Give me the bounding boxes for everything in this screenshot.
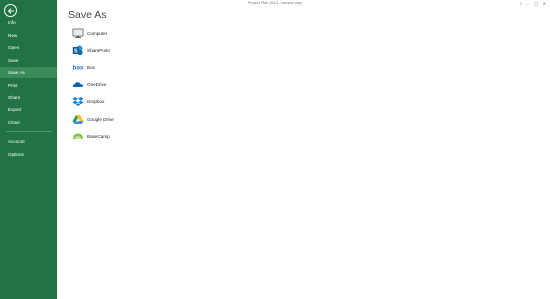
basecamp-icon [71, 131, 84, 142]
nav-save-as[interactable]: Save As [0, 67, 57, 78]
nav-info[interactable]: Info [0, 17, 57, 28]
help-button[interactable]: ? [519, 0, 521, 7]
place-dropbox[interactable]: Dropbox [71, 95, 104, 107]
svg-text:S: S [73, 48, 77, 54]
nav-share[interactable]: Share [0, 92, 57, 103]
sharepoint-icon: S [71, 45, 84, 56]
place-label: SharePoint [87, 47, 110, 53]
nav-divider [6, 131, 52, 132]
minimize-button[interactable]: – [527, 0, 529, 7]
place-label: Google Drive [87, 116, 114, 122]
place-label: Box [87, 64, 95, 70]
place-box[interactable]: box Box [71, 61, 95, 73]
nav-export[interactable]: Export [0, 104, 57, 115]
window-controls: ? – ▢ ✕ [519, 0, 546, 7]
nav-open[interactable]: Open [0, 42, 57, 53]
place-label: Computer [87, 30, 108, 36]
nav-account[interactable]: Account [0, 136, 57, 147]
window-title: Project Plan 2013 - sample.mpp [247, 1, 303, 5]
place-computer[interactable]: Computer [71, 27, 107, 39]
place-label: OneDrive [87, 81, 107, 87]
place-google-drive[interactable]: Google Drive [71, 113, 114, 125]
nav-print[interactable]: Print [0, 80, 57, 91]
nav-close[interactable]: Close [0, 117, 57, 128]
place-label: BaseCamp [87, 133, 110, 139]
nav-options[interactable]: Options [0, 149, 57, 160]
nav-save[interactable]: Save [0, 55, 57, 66]
computer-icon [71, 28, 84, 39]
maximize-button[interactable]: ▢ [534, 0, 538, 7]
svg-text:box: box [72, 65, 83, 71]
dropbox-icon [71, 96, 84, 107]
page-title: Save As [68, 9, 107, 21]
place-sharepoint[interactable]: S SharePoint [71, 44, 110, 56]
nav-new[interactable]: New [0, 30, 57, 41]
box-icon: box [71, 62, 84, 73]
close-button[interactable]: ✕ [543, 0, 546, 7]
google-drive-icon [71, 114, 84, 125]
onedrive-icon [71, 79, 84, 90]
back-button[interactable] [4, 4, 17, 17]
place-basecamp[interactable]: BaseCamp [71, 130, 110, 142]
place-label: Dropbox [87, 98, 105, 104]
back-arrow-icon [7, 7, 14, 14]
place-onedrive[interactable]: OneDrive [71, 78, 106, 90]
backstage-sidebar: Info New Open Save Save As Print Share E… [0, 0, 57, 299]
